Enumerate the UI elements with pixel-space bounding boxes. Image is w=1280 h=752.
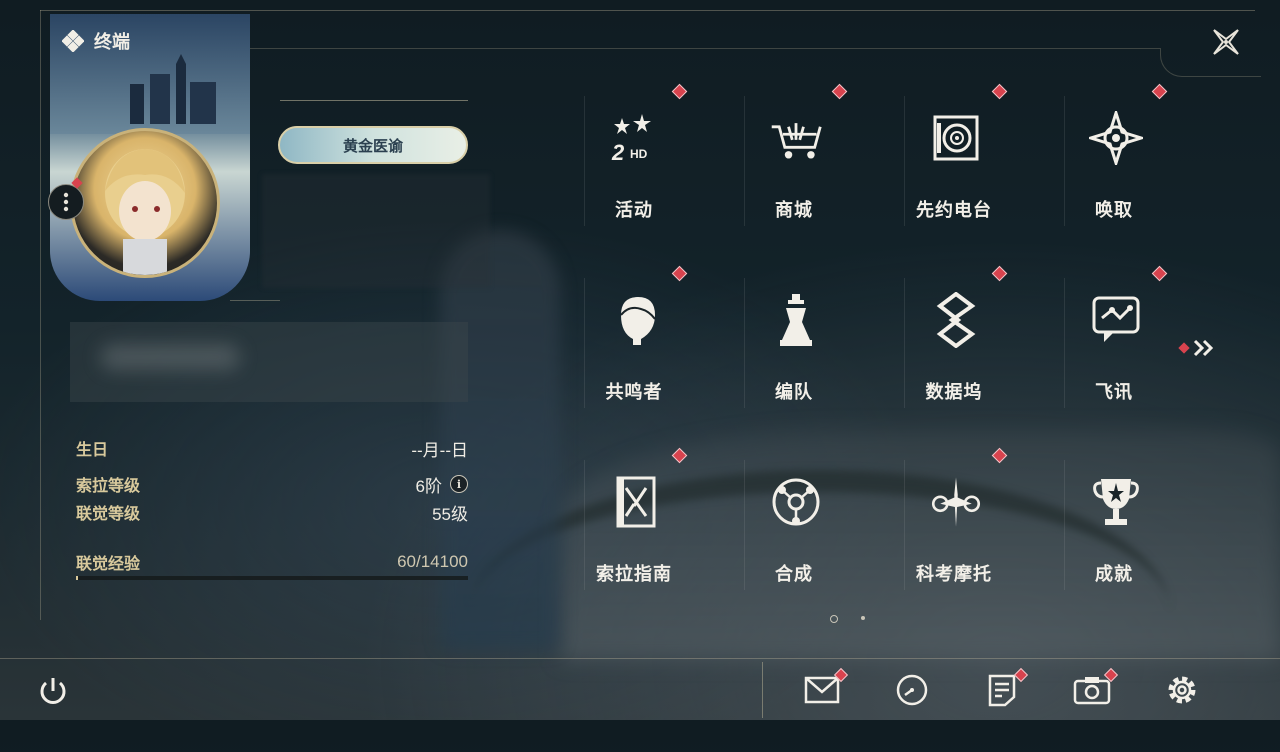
menu-item-label: 唤取 — [1095, 200, 1133, 220]
settings-gear-icon — [1168, 676, 1196, 704]
menu-item-label: 成就 — [1095, 564, 1133, 584]
stat-birthday: 生日 --月--日 — [76, 436, 468, 460]
menu-item-label: 合成 — [775, 564, 813, 584]
shop-cart-icon — [768, 110, 824, 166]
synthesis-icon — [768, 474, 824, 530]
notification-dot — [991, 83, 1008, 100]
menu-item-radio[interactable]: 先约电台 — [904, 83, 1008, 242]
notification-dot — [1151, 83, 1168, 100]
double-chevron-right-icon — [1193, 339, 1214, 357]
menu-item-label: 商城 — [775, 200, 813, 220]
menu-item-team[interactable]: 编队 — [744, 274, 844, 424]
decor-line — [280, 100, 468, 101]
stat-value: 55级 — [432, 504, 468, 524]
clock-icon — [896, 674, 928, 706]
more-vertical-icon — [63, 192, 69, 212]
page-indicator[interactable] — [861, 616, 865, 620]
menu-item-label: 索拉指南 — [596, 564, 672, 584]
frame-line — [240, 48, 1160, 49]
mail-button[interactable] — [802, 667, 849, 710]
menu-item-label: 活动 — [615, 200, 653, 220]
notification-dot — [671, 265, 688, 282]
svg-text:2: 2 — [611, 140, 625, 165]
guide-book-icon — [608, 474, 664, 530]
menu-item-gacha[interactable]: 唤取 — [1064, 83, 1168, 242]
stat-value: 6阶 — [415, 476, 442, 496]
title-badge[interactable]: 黄金医谕 — [278, 126, 468, 164]
frame-line — [40, 10, 1255, 11]
notification-dot — [1151, 265, 1168, 282]
frame-line — [40, 10, 41, 620]
notification-dot — [831, 83, 848, 100]
decor-line — [230, 300, 280, 301]
info-icon[interactable]: i — [450, 475, 468, 493]
namecard-castle-art — [130, 54, 216, 124]
settings-button[interactable] — [1162, 670, 1202, 710]
menu-item-events[interactable]: 2 HD 活动 — [584, 83, 688, 242]
stat-value: 60/14100 — [397, 552, 468, 571]
menu-item-guidebook[interactable]: 索拉指南 — [584, 447, 688, 606]
stat-union-level: 联觉等级 55级 — [76, 500, 468, 524]
frame-line — [0, 658, 1280, 659]
signature-blurred[interactable] — [70, 322, 468, 402]
stat-label: 生日 — [76, 442, 109, 459]
svg-text:HD: HD — [630, 147, 648, 161]
avatar-options-button[interactable] — [48, 177, 84, 220]
menu-item-resonators[interactable]: 共鸣者 — [584, 265, 688, 424]
menu-item-label: 科考摩托 — [916, 564, 992, 584]
camera-icon — [1073, 677, 1111, 705]
notes-button[interactable] — [982, 667, 1029, 710]
page-indicator-active[interactable] — [830, 615, 838, 623]
menu-item-messages[interactable]: 飞讯 — [1064, 265, 1168, 424]
union-exp-progress-bar — [76, 576, 468, 580]
clock-button[interactable] — [892, 670, 932, 710]
stat-value: --月--日 — [411, 440, 468, 460]
stat-label: 联觉等级 — [76, 506, 141, 523]
menu-item-achievements[interactable]: 成就 — [1064, 456, 1164, 606]
notification-dot — [991, 265, 1008, 282]
close-button[interactable] — [1208, 24, 1244, 60]
menu-item-label: 数据坞 — [925, 382, 983, 402]
page-title: 终端 — [94, 32, 130, 52]
terminal-header: 终端 — [62, 28, 130, 54]
close-icon — [1213, 29, 1239, 55]
terminal-diamond-icon — [62, 30, 84, 52]
notification-dot — [1178, 342, 1190, 354]
camera-button[interactable] — [1072, 667, 1119, 710]
power-icon — [40, 678, 66, 704]
trophy-icon — [1088, 474, 1144, 530]
menu-item-label: 编队 — [775, 382, 813, 402]
menu-item-synthesis[interactable]: 合成 — [744, 456, 844, 606]
resonator-head-icon — [608, 292, 664, 348]
menu-item-shop[interactable]: 商城 — [744, 83, 848, 242]
menu-item-motorcycle[interactable]: 科考摩托 — [904, 447, 1008, 606]
message-chat-icon — [1088, 292, 1144, 348]
next-page-button[interactable] — [1178, 338, 1216, 358]
frame-divider — [762, 662, 763, 718]
avatar-art — [105, 149, 185, 275]
notes-icon — [988, 674, 1016, 707]
menu-item-databank[interactable]: 数据坞 — [904, 265, 1008, 424]
stat-label: 索拉等级 — [76, 478, 141, 495]
data-bank-icon — [928, 292, 984, 348]
stat-union-exp: 联觉经验 60/14100 — [76, 550, 468, 574]
events-2hd-icon: 2 HD — [608, 110, 664, 166]
menu-item-label: 共鸣者 — [605, 382, 663, 402]
menu-item-label: 飞讯 — [1095, 382, 1133, 402]
stat-label: 联觉经验 — [76, 556, 141, 573]
menu-item-label: 先约电台 — [916, 200, 992, 220]
notification-dot — [671, 83, 688, 100]
team-chess-icon — [768, 292, 824, 348]
stat-value-wrap: 6阶 i — [416, 472, 468, 497]
player-name-blurred — [262, 174, 490, 288]
power-button[interactable] — [36, 674, 70, 708]
gacha-star-icon — [1088, 110, 1144, 166]
radio-icon — [928, 110, 984, 166]
title-badge-label: 黄金医谕 — [342, 137, 403, 155]
union-exp-progress-fill — [76, 576, 78, 580]
avatar[interactable] — [70, 128, 220, 278]
mail-icon — [804, 676, 840, 704]
motorcycle-icon — [928, 474, 984, 530]
stat-sol-level: 索拉等级 6阶 i — [76, 472, 468, 496]
